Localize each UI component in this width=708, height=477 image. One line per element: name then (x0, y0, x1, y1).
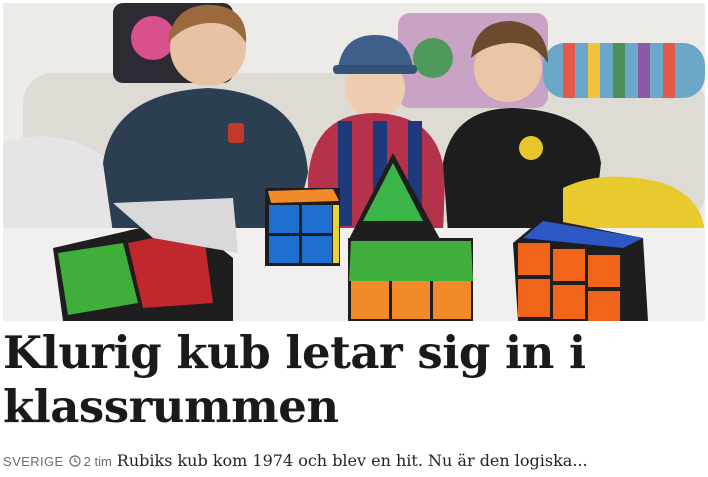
clock-icon (69, 454, 81, 467)
publish-time: 2 tim (83, 454, 112, 469)
article-meta: SVERIGE 2 tim Rubiks kub kom 1974 och bl… (3, 451, 703, 475)
article-headline[interactable]: Klurig kub letar sig in i klassrummen (3, 326, 703, 434)
article-lead: Rubiks kub kom 1974 och blev en hit. Nu … (116, 451, 588, 470)
article-teaser-link[interactable]: Klurig kub letar sig in i klassrummen SV… (0, 0, 708, 477)
article-image[interactable] (3, 3, 705, 321)
article-photo-illustration (3, 3, 705, 321)
section-label: SVERIGE (3, 454, 64, 469)
